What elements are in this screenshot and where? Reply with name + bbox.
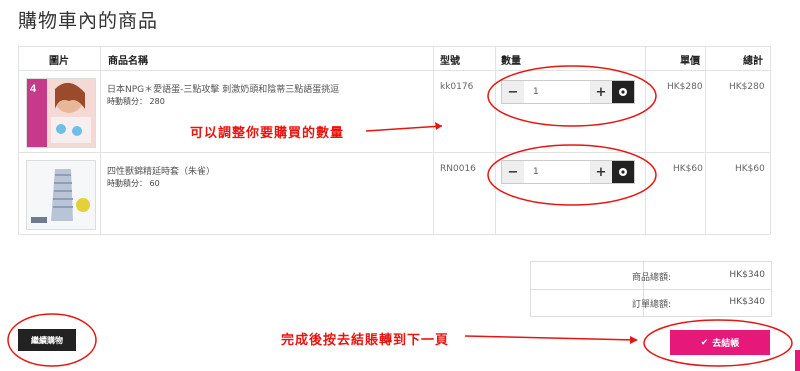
scroll-to-top-button[interactable] [795, 350, 800, 371]
checkout-highlight-ellipse [643, 319, 793, 367]
annotation-proceed: 完成後按去結賬轉到下一頁 [281, 333, 450, 348]
qty-highlight-ellipse [487, 65, 657, 127]
qty-highlight-ellipse [487, 144, 657, 206]
annotation-arrow-line [464, 335, 637, 341]
annotation-overlay [7, 65, 793, 367]
continue-highlight-ellipse [7, 313, 97, 367]
annotation-adjust-qty: 可以調整你要購買的數量 [190, 126, 345, 141]
arrow-head-icon [435, 122, 442, 130]
annotation-arrow-line [365, 125, 443, 132]
arrow-head-icon [630, 336, 638, 344]
